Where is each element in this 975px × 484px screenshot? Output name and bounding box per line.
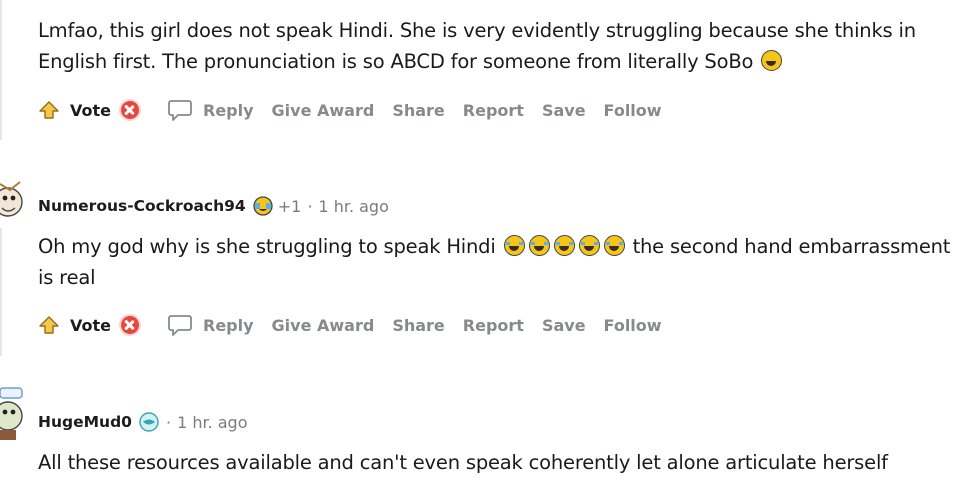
comment-actions: Vote Reply Give Award Share Report Save … (38, 312, 680, 338)
thread-line[interactable] (0, 0, 2, 140)
reply-icon[interactable] (167, 98, 193, 122)
report-button[interactable]: Report (463, 316, 524, 335)
comment-body: Lmfao, this girl does not speak Hindi. S… (38, 15, 968, 77)
user-avatar[interactable] (0, 386, 26, 442)
save-button[interactable]: Save (542, 316, 586, 335)
loudly-crying-face-icon (578, 235, 600, 256)
comment-text: Lmfao, this girl does not speak Hindi. S… (38, 19, 916, 73)
loudly-crying-face-icon (503, 235, 525, 256)
give-award-button[interactable]: Give Award (272, 101, 375, 120)
report-button[interactable]: Report (463, 101, 524, 120)
comment-header: HugeMud0 · 1 hr. ago (38, 410, 248, 434)
comment-text-start: Oh my god why is she struggling to speak… (38, 235, 496, 258)
loudly-crying-face-icon (603, 235, 625, 256)
share-button[interactable]: Share (392, 101, 444, 120)
upvote-icon (39, 316, 59, 334)
karma-count: +1 (277, 196, 302, 216)
loudly-crying-face-icon (553, 235, 575, 256)
globe-flair-icon (138, 411, 160, 433)
reply-icon[interactable] (167, 313, 193, 337)
upvote-button[interactable] (38, 315, 60, 335)
follow-button[interactable]: Follow (604, 101, 662, 120)
comment-body: All these resources available and can't … (38, 447, 968, 478)
face-with-tears-of-joy-icon (761, 50, 783, 71)
username[interactable]: HugeMud0 (38, 413, 132, 431)
upvote-icon (39, 101, 59, 119)
separator-dot: · (307, 196, 313, 216)
username[interactable]: Numerous-Cockroach94 (38, 197, 246, 215)
separator-dot: · (165, 412, 172, 432)
reply-button[interactable]: Reply (203, 101, 254, 120)
give-award-button[interactable]: Give Award (272, 316, 375, 335)
comment-header: Numerous-Cockroach94 +1 · 1 hr. ago (38, 194, 389, 218)
upvote-button[interactable] (38, 100, 60, 120)
previous-header-fragment (154, 0, 394, 4)
comment-actions: Vote Reply Give Award Share Report Save … (38, 97, 680, 123)
vote-label: Vote (70, 100, 111, 120)
downvote-button[interactable] (119, 99, 141, 121)
save-button[interactable]: Save (542, 101, 586, 120)
timestamp[interactable]: 1 hr. ago (318, 197, 388, 216)
crying-emoji-flair-icon (252, 195, 274, 217)
loudly-crying-face-icon (528, 235, 550, 256)
follow-button[interactable]: Follow (604, 316, 662, 335)
thread-line[interactable] (0, 228, 2, 356)
timestamp[interactable]: 1 hr. ago (177, 413, 247, 432)
comment-text: All these resources available and can't … (38, 451, 888, 474)
downvote-button[interactable] (119, 314, 141, 336)
vote-label: Vote (70, 315, 111, 335)
user-avatar[interactable] (0, 178, 26, 226)
share-button[interactable]: Share (392, 316, 444, 335)
comment-body: Oh my god why is she struggling to speak… (38, 231, 968, 293)
reply-button[interactable]: Reply (203, 316, 254, 335)
